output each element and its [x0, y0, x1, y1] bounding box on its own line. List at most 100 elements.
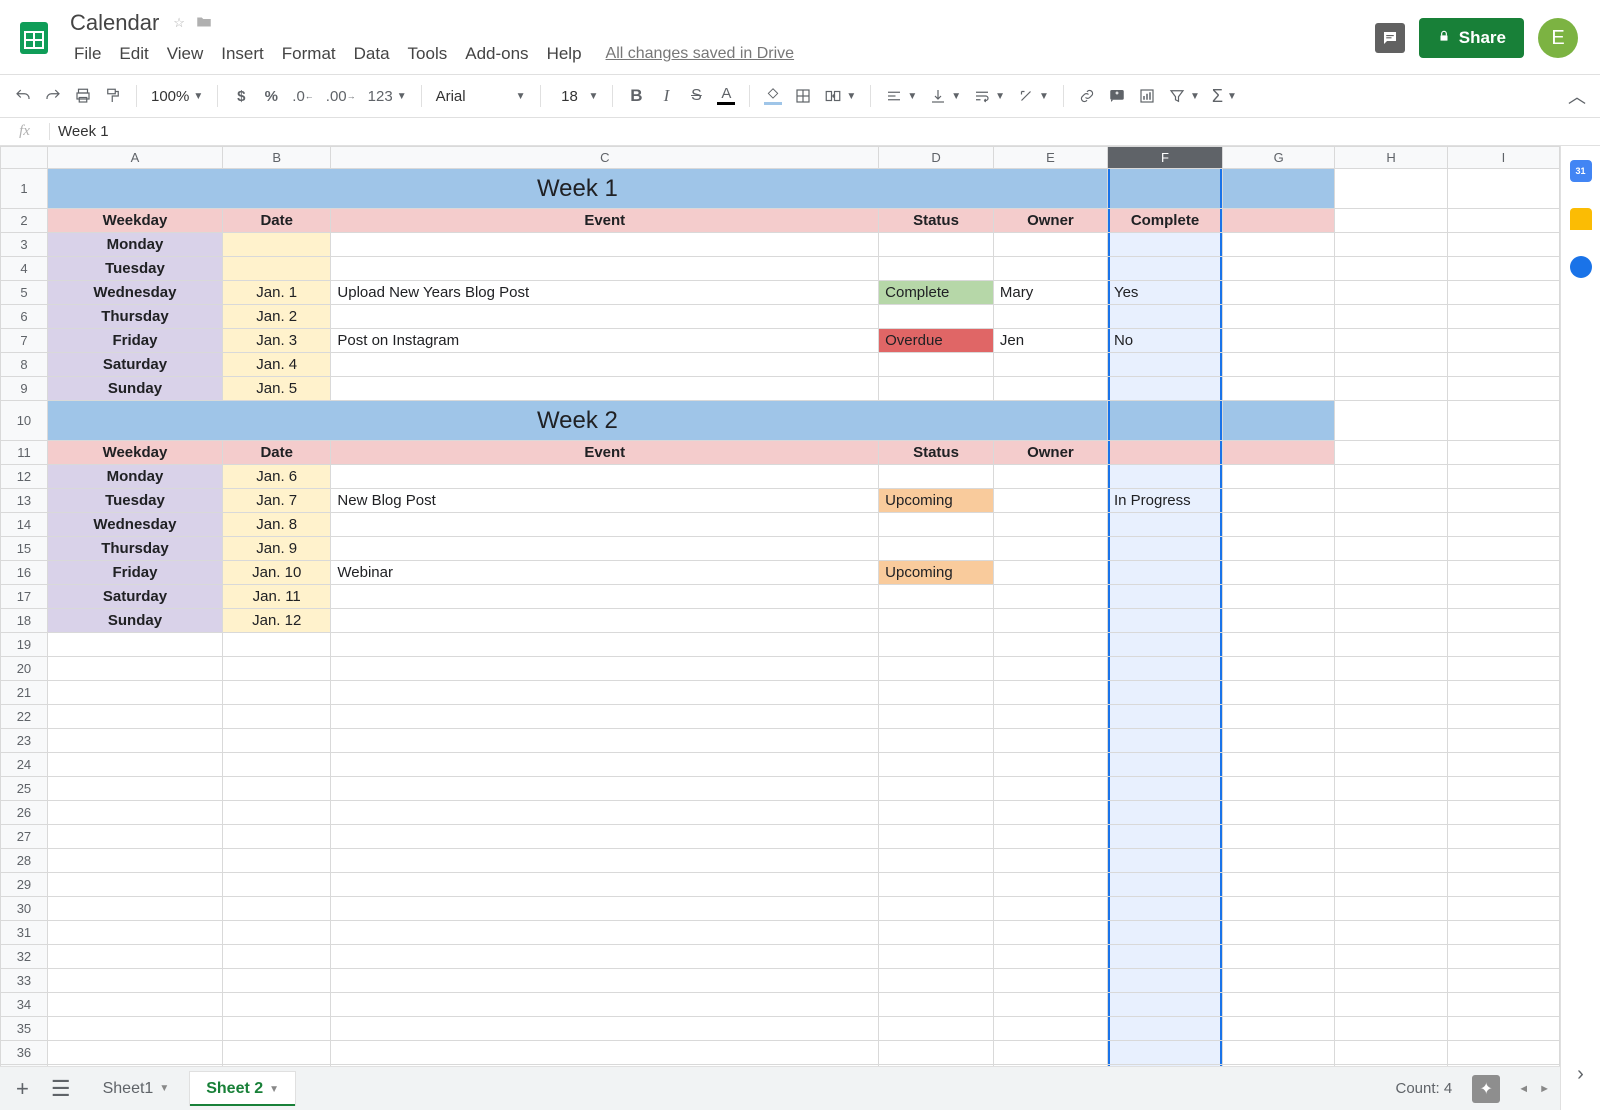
scroll-left-icon[interactable]: ◄ — [1518, 1083, 1529, 1095]
cell[interactable] — [223, 801, 331, 825]
cell[interactable] — [47, 633, 222, 657]
cell[interactable] — [47, 873, 222, 897]
row-header-2[interactable]: 2 — [1, 209, 48, 233]
cell[interactable]: Monday — [47, 233, 222, 257]
row-header-31[interactable]: 31 — [1, 921, 48, 945]
row-header-30[interactable]: 30 — [1, 897, 48, 921]
row-header-7[interactable]: 7 — [1, 329, 48, 353]
borders-icon[interactable] — [790, 81, 816, 111]
cell[interactable] — [1447, 377, 1559, 401]
fill-color-icon[interactable] — [760, 81, 786, 111]
cell[interactable] — [331, 537, 879, 561]
cell[interactable] — [1223, 897, 1335, 921]
cell[interactable] — [47, 1017, 222, 1041]
cell[interactable] — [223, 993, 331, 1017]
all-sheets-icon[interactable]: ☰ — [45, 1072, 77, 1106]
cell[interactable] — [1447, 753, 1559, 777]
cell[interactable] — [331, 1065, 879, 1067]
cell[interactable] — [993, 305, 1107, 329]
cell[interactable] — [879, 609, 994, 633]
cell[interactable] — [331, 305, 879, 329]
cell[interactable]: Friday — [47, 329, 222, 353]
strikethrough-icon[interactable]: S — [683, 81, 709, 111]
cell[interactable] — [47, 657, 222, 681]
cell[interactable] — [879, 753, 994, 777]
cell[interactable] — [47, 801, 222, 825]
cell[interactable] — [993, 825, 1107, 849]
tasks-addon-icon[interactable] — [1570, 256, 1592, 278]
cell[interactable] — [993, 729, 1107, 753]
cell[interactable] — [1107, 825, 1222, 849]
filter-dropdown[interactable]: ▼ — [1164, 81, 1204, 111]
cell[interactable] — [1335, 705, 1447, 729]
cell[interactable] — [1223, 969, 1335, 993]
cell[interactable] — [1335, 353, 1447, 377]
cell[interactable] — [47, 1065, 222, 1067]
cell[interactable] — [1335, 1065, 1447, 1067]
cell[interactable]: Wednesday — [47, 513, 222, 537]
cell[interactable] — [993, 753, 1107, 777]
cell[interactable] — [1447, 921, 1559, 945]
cell[interactable] — [331, 353, 879, 377]
cell[interactable] — [879, 585, 994, 609]
cell[interactable] — [1335, 513, 1447, 537]
cell[interactable] — [993, 377, 1107, 401]
cell[interactable] — [1223, 609, 1335, 633]
show-side-panel-icon[interactable]: › — [1577, 1063, 1584, 1086]
cell[interactable] — [993, 489, 1107, 513]
cell[interactable] — [223, 969, 331, 993]
cell[interactable]: Jan. 5 — [223, 377, 331, 401]
cell[interactable] — [1447, 353, 1559, 377]
cell[interactable]: Jan. 3 — [223, 329, 331, 353]
cell[interactable] — [1447, 233, 1559, 257]
cell[interactable] — [47, 849, 222, 873]
cell[interactable] — [1223, 729, 1335, 753]
redo-icon[interactable] — [40, 81, 66, 111]
row-header-32[interactable]: 32 — [1, 945, 48, 969]
menu-file[interactable]: File — [66, 40, 109, 68]
cell[interactable]: Jan. 6 — [223, 465, 331, 489]
row-header-1[interactable]: 1 — [1, 169, 48, 209]
column-header-H[interactable]: H — [1335, 147, 1447, 169]
cell[interactable] — [1107, 681, 1222, 705]
cell[interactable] — [1223, 305, 1335, 329]
cell[interactable]: Complete — [879, 281, 994, 305]
cell[interactable] — [223, 897, 331, 921]
cell[interactable] — [223, 657, 331, 681]
cell[interactable] — [1107, 705, 1222, 729]
cell[interactable] — [1223, 801, 1335, 825]
cell[interactable] — [1223, 1017, 1335, 1041]
cell[interactable] — [223, 921, 331, 945]
cell[interactable] — [879, 633, 994, 657]
cell[interactable] — [331, 1017, 879, 1041]
cell[interactable]: No — [1107, 329, 1222, 353]
cell[interactable] — [1447, 993, 1559, 1017]
cell[interactable] — [47, 921, 222, 945]
cell[interactable] — [1223, 209, 1335, 233]
cell[interactable] — [1223, 441, 1335, 465]
save-status[interactable]: All changes saved in Drive — [606, 45, 795, 63]
cell[interactable] — [331, 849, 879, 873]
cell[interactable] — [1107, 561, 1222, 585]
cell[interactable] — [331, 777, 879, 801]
cell[interactable] — [993, 585, 1107, 609]
cell[interactable] — [1223, 281, 1335, 305]
cell[interactable] — [223, 753, 331, 777]
cell[interactable] — [1107, 1065, 1222, 1067]
row-header-15[interactable]: 15 — [1, 537, 48, 561]
menu-view[interactable]: View — [159, 40, 212, 68]
cell[interactable]: New Blog Post — [331, 489, 879, 513]
cell[interactable] — [1223, 169, 1335, 209]
cell[interactable]: Post on Instagram — [331, 329, 879, 353]
cell[interactable] — [879, 873, 994, 897]
cell[interactable] — [879, 729, 994, 753]
cell[interactable] — [1335, 897, 1447, 921]
cell[interactable]: Thursday — [47, 537, 222, 561]
sheet-tab-sheet-2[interactable]: Sheet 2 ▼ — [189, 1071, 296, 1106]
cell[interactable] — [331, 897, 879, 921]
cell[interactable] — [1223, 561, 1335, 585]
cell[interactable]: Week 2 — [47, 401, 1107, 441]
cell[interactable] — [1223, 353, 1335, 377]
row-header-6[interactable]: 6 — [1, 305, 48, 329]
text-color-icon[interactable]: A — [713, 81, 739, 111]
